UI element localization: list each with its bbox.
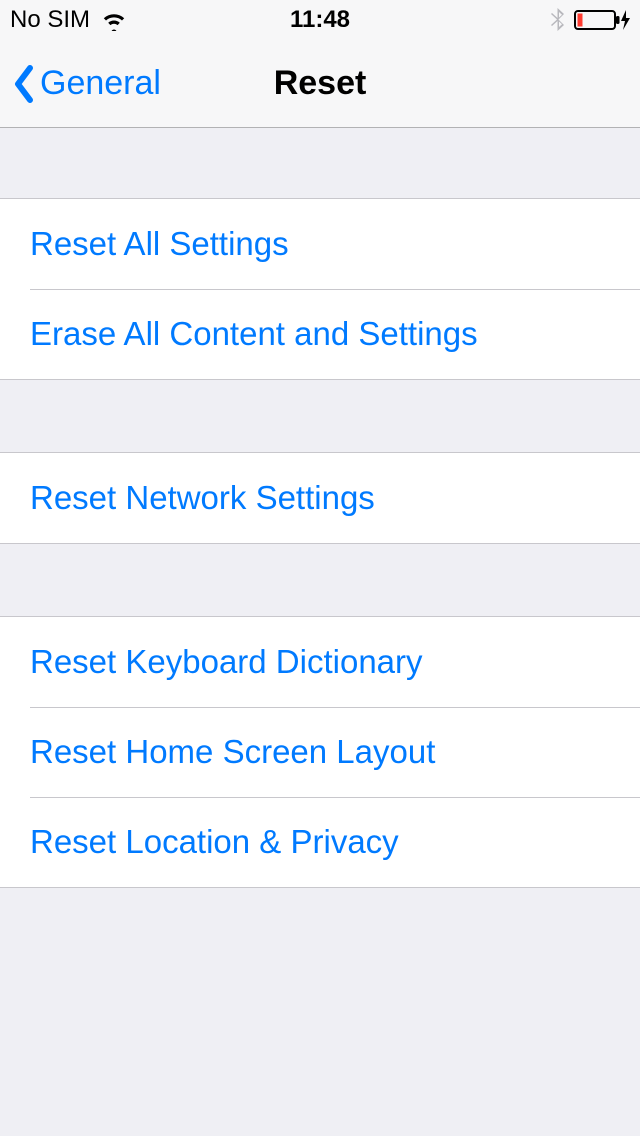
reset-all-settings-button[interactable]: Reset All Settings (0, 199, 640, 289)
nav-bar: General Reset (0, 40, 640, 128)
settings-group: Reset Network Settings (0, 452, 640, 544)
reset-home-screen-layout-button[interactable]: Reset Home Screen Layout (0, 707, 640, 797)
reset-location-privacy-button[interactable]: Reset Location & Privacy (0, 797, 640, 887)
wifi-icon (100, 9, 128, 31)
row-label: Reset Keyboard Dictionary (30, 643, 423, 681)
status-right (550, 7, 630, 33)
back-label: General (40, 64, 161, 103)
row-label: Reset Network Settings (30, 479, 375, 517)
page-title: Reset (274, 64, 367, 103)
status-left: No SIM (10, 6, 128, 34)
settings-group: Reset Keyboard Dictionary Reset Home Scr… (0, 616, 640, 888)
reset-keyboard-dictionary-button[interactable]: Reset Keyboard Dictionary (0, 617, 640, 707)
row-label: Erase All Content and Settings (30, 315, 478, 353)
reset-network-settings-button[interactable]: Reset Network Settings (0, 453, 640, 543)
battery-icon (574, 8, 630, 32)
row-label: Reset Home Screen Layout (30, 733, 435, 771)
erase-all-content-button[interactable]: Erase All Content and Settings (0, 289, 640, 379)
bluetooth-icon (550, 7, 566, 33)
carrier-label: No SIM (10, 6, 90, 34)
back-button[interactable]: General (0, 64, 161, 104)
row-label: Reset All Settings (30, 225, 289, 263)
status-time: 11:48 (290, 6, 350, 34)
status-bar: No SIM 11:48 (0, 0, 640, 40)
settings-group: Reset All Settings Erase All Content and… (0, 198, 640, 380)
row-label: Reset Location & Privacy (30, 823, 399, 861)
chevron-left-icon (12, 64, 36, 104)
